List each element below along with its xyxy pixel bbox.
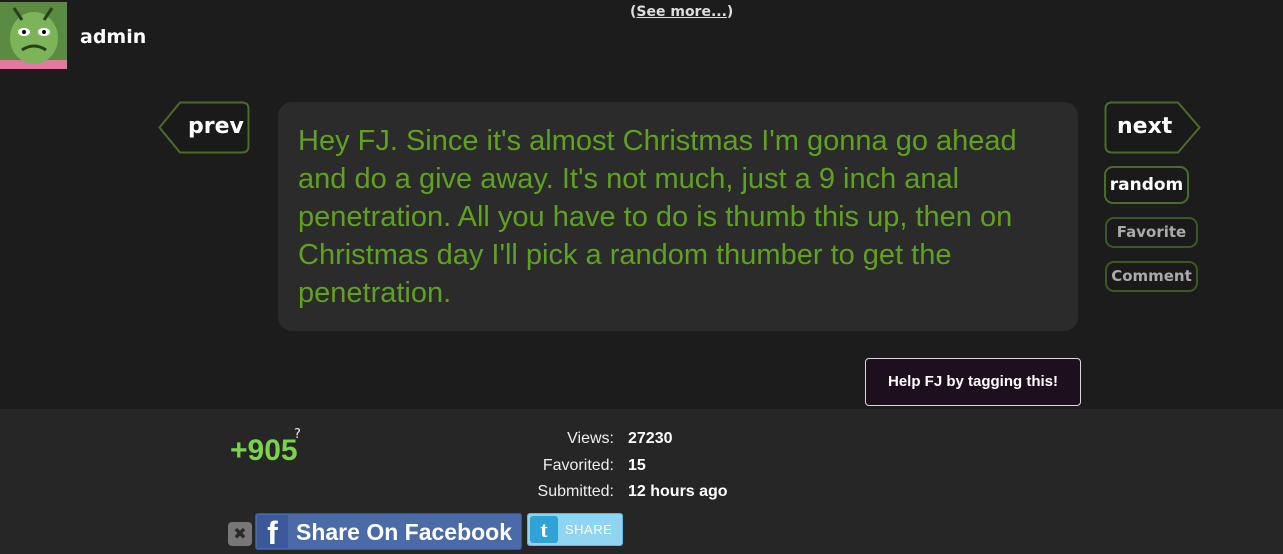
see-more-close-paren: ) (726, 4, 734, 20)
close-share-icon[interactable]: ✖ (228, 522, 252, 546)
submitted-label: Submitted: (537, 483, 614, 500)
random-button[interactable]: random (1104, 166, 1189, 204)
username[interactable]: admin (80, 26, 146, 48)
thumb-score: +905 (230, 434, 298, 467)
views-value: 27230 (628, 430, 673, 447)
twitter-icon: t (530, 516, 558, 543)
next-button[interactable]: next (1104, 101, 1202, 154)
see-more: (See more...) (630, 4, 733, 20)
post-text: Hey FJ. Since it's almost Christmas I'm … (298, 125, 1017, 309)
next-label: next (1117, 114, 1173, 139)
twitter-share-button[interactable]: t SHARE (527, 513, 623, 546)
prev-button[interactable]: prev (158, 101, 250, 154)
facebook-icon: f (257, 515, 288, 551)
see-more-link[interactable]: See more... (636, 4, 727, 20)
twitter-share-label: SHARE (565, 522, 613, 537)
comment-button[interactable]: Comment (1105, 261, 1198, 292)
prev-label: prev (188, 114, 244, 139)
user-avatar[interactable] (0, 2, 67, 69)
submitted-value: 12 hours ago (628, 483, 728, 500)
facebook-share-button[interactable]: f Share On Facebook (255, 513, 522, 551)
score-help-icon[interactable]: ? (294, 427, 301, 442)
favorited-value: 15 (628, 457, 646, 474)
favorited-label: Favorited: (542, 457, 614, 474)
tag-button[interactable]: Help FJ by tagging this! (865, 358, 1081, 406)
views-label: Views: (567, 430, 614, 447)
favorite-button[interactable]: Favorite (1105, 217, 1198, 248)
post-content: Hey FJ. Since it's almost Christmas I'm … (278, 102, 1078, 331)
facebook-share-label: Share On Facebook (296, 519, 513, 545)
